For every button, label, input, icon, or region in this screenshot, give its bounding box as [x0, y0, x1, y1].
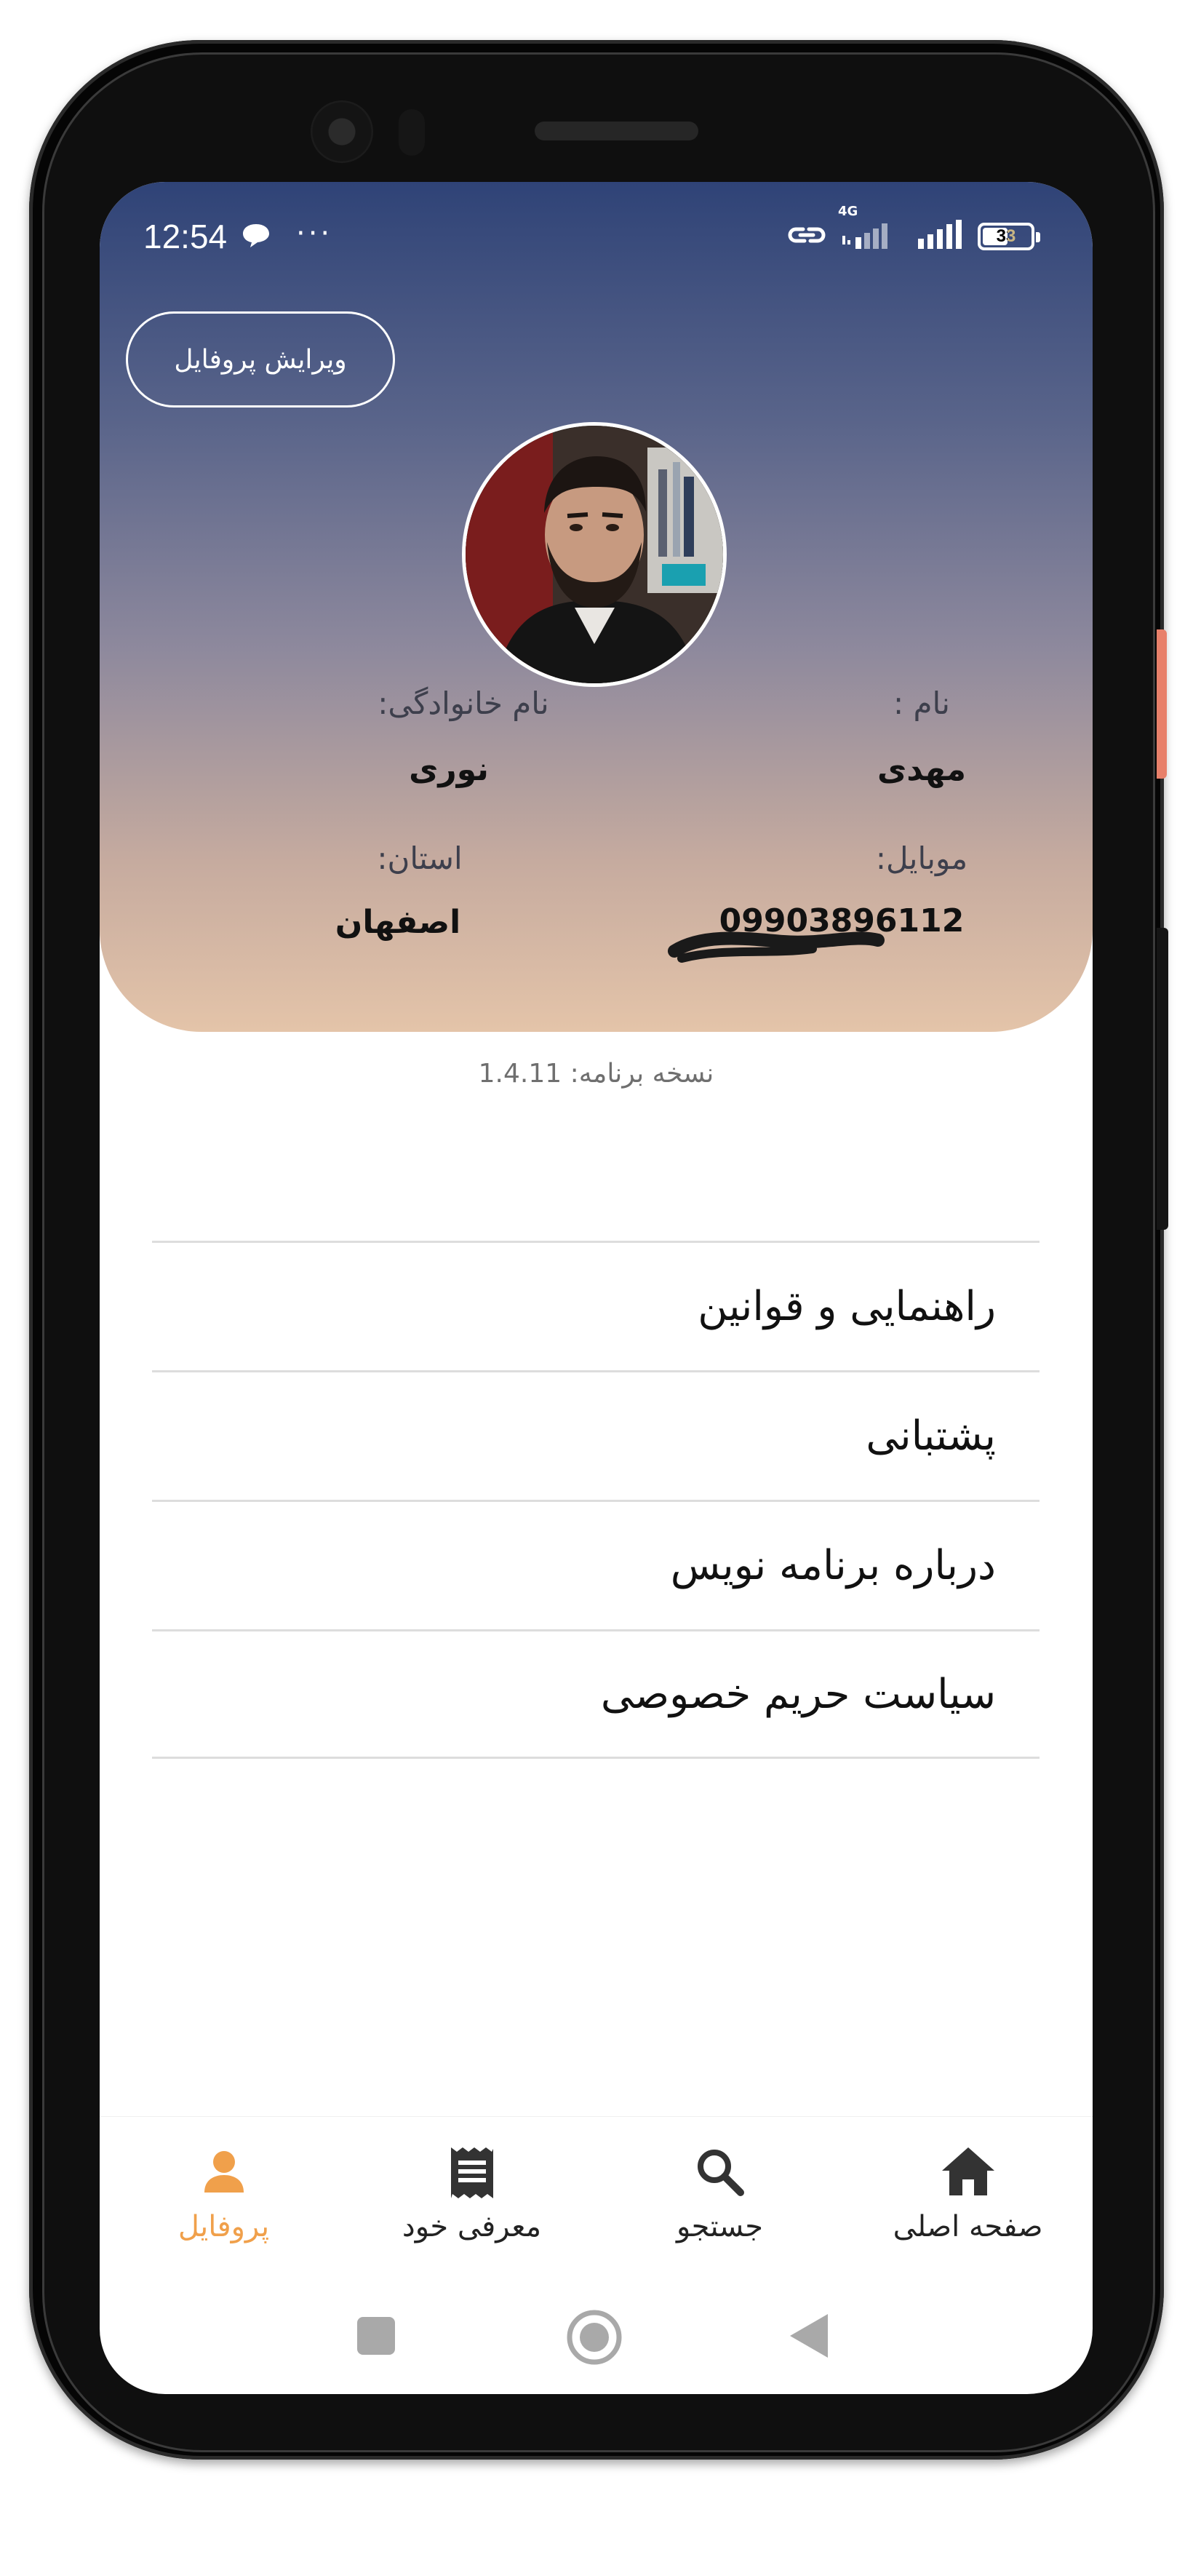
nav-label-profile: پروفایل: [177, 2210, 270, 2243]
avatar-photo: [466, 426, 723, 683]
mobile-data-signal-icon: 4G: [838, 204, 903, 253]
person-icon: [199, 2146, 250, 2200]
nav-label-introduce-yourself: معرفی خود: [402, 2210, 542, 2243]
network-type-label: 4G: [838, 204, 858, 219]
menu-item-help-and-rules[interactable]: راهنمایی و قوانین: [152, 1241, 1040, 1370]
app-version: نسخه برنامه: 1.4.11: [478, 1059, 714, 1089]
status-icons: 4G 33: [786, 204, 1040, 253]
home-icon: [941, 2146, 996, 2200]
last-name-value: نوری: [409, 751, 489, 788]
back-button[interactable]: [787, 2313, 831, 2362]
last-name-label: نام خانوادگی:: [378, 685, 549, 721]
mobile-label: موبایل:: [875, 840, 968, 876]
nav-item-profile[interactable]: پروفایل: [100, 2117, 348, 2288]
nav-item-home[interactable]: صفحه اصلی: [844, 2117, 1092, 2288]
redaction-scribble: [668, 931, 885, 963]
battery-percentage: 33: [996, 226, 1016, 246]
profile-header: 12:54 ··· 4G 33 ویرایش پروفایل نام: مهد…: [100, 182, 1093, 1032]
province-value: اصفهان: [335, 904, 461, 941]
menu-item-about-developer[interactable]: درباره برنامه نویس: [152, 1500, 1040, 1629]
menu-item-privacy-policy[interactable]: سیاست حریم خصوصی: [152, 1629, 1040, 1759]
nav-item-search[interactable]: جستجو: [596, 2117, 844, 2288]
bottom-navigation: پروفایل معرفی خود جستجو صفحه اصلی: [100, 2116, 1093, 2288]
system-navigation-bar: [100, 2292, 1093, 2394]
app-screen: 12:54 ··· 4G 33 ویرایش پروفایل نام: مهد…: [100, 182, 1093, 2394]
avatar[interactable]: [462, 422, 727, 687]
battery-tip: [1036, 232, 1040, 242]
home-button[interactable]: [565, 2308, 623, 2369]
province-label: استان:: [377, 840, 463, 876]
first-name-label: نام :: [893, 685, 950, 721]
nav-label-search: جستجو: [677, 2210, 763, 2243]
front-camera: [311, 100, 373, 163]
menu-item-support[interactable]: پشتبانی: [152, 1370, 1040, 1500]
search-icon: [694, 2146, 746, 2201]
link-icon: [786, 220, 828, 253]
more-notifications-icon: ···: [296, 217, 333, 250]
battery-icon: 33: [978, 223, 1040, 250]
nav-item-introduce-yourself[interactable]: معرفی خود: [348, 2117, 596, 2288]
earpiece-speaker: [535, 122, 698, 140]
volume-button: [1157, 928, 1168, 1230]
proximity-sensor: [399, 109, 425, 156]
edit-profile-button[interactable]: ویرایش پروفایل: [126, 311, 395, 408]
first-name-value: مهدی: [877, 751, 967, 788]
signal-strength-icon: [917, 220, 965, 253]
nav-label-home: صفحه اصلی: [893, 2210, 1043, 2243]
settings-menu: راهنمایی و قوانین پشتبانی درباره برنامه …: [152, 1241, 1040, 1759]
chat-bubble-icon: [242, 223, 271, 252]
power-button: [1157, 629, 1167, 779]
status-bar: 12:54 ··· 4G 33: [100, 182, 1093, 291]
status-time: 12:54: [143, 218, 228, 255]
recent-apps-button[interactable]: [356, 2315, 396, 2359]
receipt-icon: [447, 2146, 498, 2204]
